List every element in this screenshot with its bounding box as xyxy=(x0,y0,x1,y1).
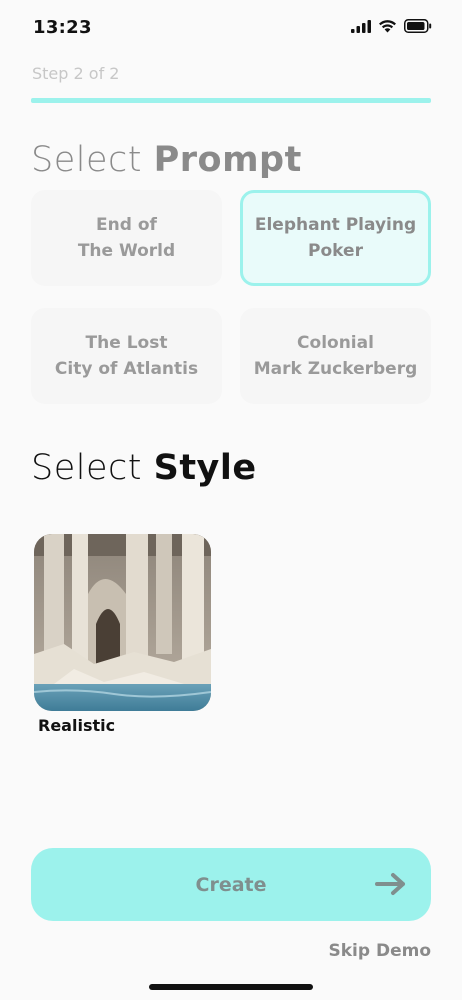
prompt-option-lost-city-of-atlantis[interactable]: The Lost City of Atlantis xyxy=(31,308,222,404)
cellular-signal-icon xyxy=(351,19,371,33)
prompt-option-colonial-mark-zuckerberg[interactable]: Colonial Mark Zuckerberg xyxy=(240,308,431,404)
select-style-title-light: Select xyxy=(31,448,154,488)
status-time: 13:23 xyxy=(33,17,92,38)
status-bar: 13:23 xyxy=(0,0,462,56)
prompt-option-label: End of The World xyxy=(77,215,176,261)
prompt-option-end-of-the-world[interactable]: End of The World xyxy=(31,190,222,286)
prompt-option-label: The Lost City of Atlantis xyxy=(54,333,199,379)
wifi-icon xyxy=(379,20,396,33)
select-prompt-title-light: Select xyxy=(31,140,154,180)
select-style-title-bold: Style xyxy=(153,448,257,488)
create-button-label: Create xyxy=(195,873,267,896)
battery-icon xyxy=(404,19,432,33)
realistic-style-thumbnail xyxy=(34,534,211,711)
arrow-right-icon xyxy=(375,873,405,895)
select-prompt-title: Select Prompt xyxy=(31,140,302,180)
step-indicator: Step 2 of 2 xyxy=(32,64,120,83)
home-indicator[interactable] xyxy=(149,984,313,990)
prompt-option-label: Colonial Mark Zuckerberg xyxy=(253,333,418,379)
prompt-option-label: Elephant Playing Poker xyxy=(254,215,417,261)
select-prompt-title-bold: Prompt xyxy=(153,140,302,180)
create-button[interactable]: Create xyxy=(31,848,431,921)
style-option-realistic[interactable] xyxy=(34,534,211,711)
skip-demo-link[interactable]: Skip Demo xyxy=(329,941,432,961)
progress-bar xyxy=(31,98,431,103)
select-style-title: Select Style xyxy=(31,448,257,488)
status-icons xyxy=(351,19,432,33)
style-option-label: Realistic xyxy=(38,716,116,735)
prompt-option-elephant-playing-poker[interactable]: Elephant Playing Poker xyxy=(240,190,431,286)
progress-fill xyxy=(31,98,431,103)
